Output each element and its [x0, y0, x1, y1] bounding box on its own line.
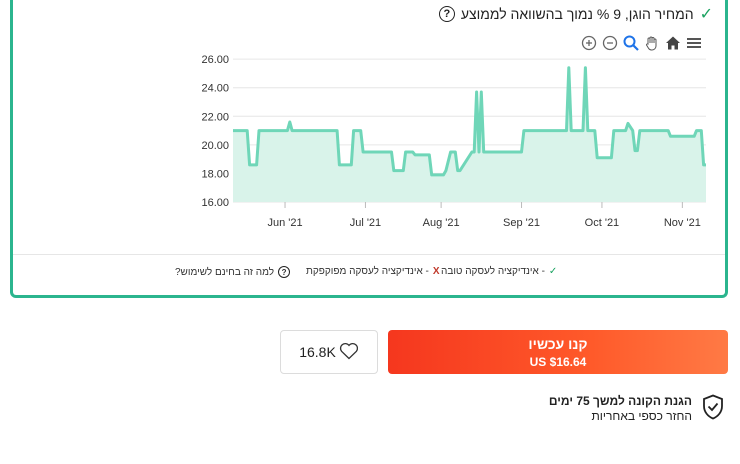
wishlist-count: 16.8K	[299, 344, 336, 360]
heart-icon	[339, 342, 359, 363]
x-tick-label: Jun '21	[267, 217, 302, 229]
x-tick-label: Jul '21	[350, 217, 381, 229]
x-tick-label: Nov '21	[664, 217, 701, 229]
x-tick-label: Sep '21	[503, 217, 540, 229]
legend-bad-label: - אינדיקציה לעסקה מפוקפקת	[306, 266, 429, 277]
price-history-chart: 26.00 24.00 22.00 20.00 18.00 16.00 Jun '21 Jul…	[201, 54, 706, 229]
chart-legend: ✓ - אינדיקציה לעסקה טובה X - אינדיקציה ל…	[13, 266, 725, 286]
y-tick-label: 22.00	[201, 111, 229, 123]
buyer-protection-title: הגנת הקונה למשך 75 ימים	[548, 394, 692, 408]
y-tick-label: 26.00	[201, 54, 229, 66]
buy-now-label: קנו עכשיו	[528, 336, 588, 352]
help-circle-icon[interactable]: ?	[278, 266, 291, 278]
x-tick-label: Oct '21	[585, 217, 620, 229]
buyer-protection: הגנת הקונה למשך 75 ימים החזר כספי באחריו…	[549, 394, 724, 425]
x-tick-label: Aug '21	[423, 217, 460, 229]
buy-now-button[interactable]: קנו עכשיו US $16.64	[388, 330, 728, 374]
wishlist-button[interactable]: 16.8K	[280, 330, 378, 374]
buy-now-price: US $16.64	[529, 355, 587, 369]
legend-good-deal: ✓ - אינדיקציה לעסקה טובה	[441, 266, 557, 277]
why-free-link[interactable]: למה זה בחינם לשימוש?	[175, 267, 274, 278]
y-tick-label: 16.00	[201, 197, 229, 209]
shield-check-icon	[702, 394, 724, 425]
legend-why-free[interactable]: ? למה זה בחינם לשימוש?	[175, 266, 291, 278]
good-deal-check-icon: ✓	[548, 266, 558, 277]
y-tick-label: 20.00	[201, 140, 229, 152]
y-tick-label: 24.00	[201, 83, 229, 95]
y-tick-label: 18.00	[201, 168, 229, 180]
legend-good-label: - אינדיקציה לעסקה טובה	[441, 266, 545, 277]
legend-bad-deal: X - אינדיקציה לעסקה מפוקפקת	[306, 266, 440, 277]
buyer-protection-subtitle: החזר כספי באחריות	[591, 409, 693, 423]
bad-deal-x-icon: X	[432, 266, 440, 277]
